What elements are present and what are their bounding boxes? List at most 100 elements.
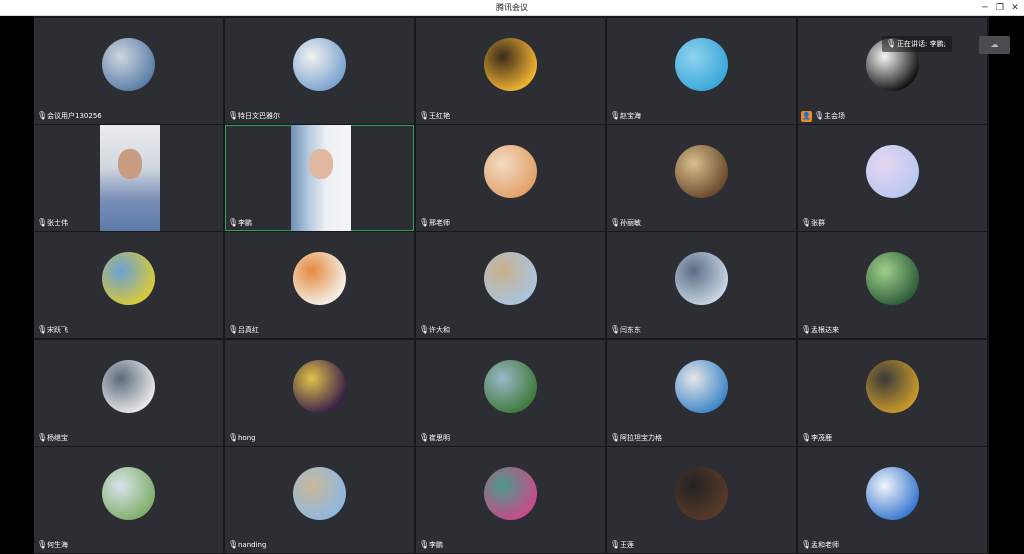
- participant-tile[interactable]: 🎙 孟和老师: [798, 447, 987, 553]
- cloud-icon[interactable]: ☁: [979, 36, 1010, 54]
- microphone-icon: 🎙: [228, 218, 239, 227]
- participant-tile[interactable]: 🎙 阿拉坦宝力格: [607, 340, 796, 446]
- participant-name-bar: 🎙 会议用户130256: [37, 110, 102, 122]
- participant-name-bar: 🎙 张群: [801, 217, 825, 229]
- participant-tile[interactable]: 🎙 张群: [798, 125, 987, 231]
- microphone-icon: 🎙: [610, 325, 621, 334]
- participant-tile[interactable]: 🎙 杨继宝: [34, 340, 223, 446]
- participant-avatar: [484, 252, 537, 305]
- microphone-icon: 🎙: [37, 433, 48, 442]
- participant-name-bar: 🎙 宋跃飞: [37, 324, 68, 336]
- microphone-icon: 🎙: [419, 433, 430, 442]
- participant-video: [291, 125, 351, 231]
- participant-avatar: [293, 467, 346, 520]
- participant-name-bar: 🎙 王莲: [610, 539, 634, 551]
- participant-tile[interactable]: 🎙 特日文巴雅尔: [225, 18, 414, 124]
- microphone-icon: 🎙: [419, 540, 430, 549]
- participant-avatar: [102, 360, 155, 413]
- participant-tile[interactable]: 🎙 张士伟: [34, 125, 223, 231]
- participant-avatar: [866, 360, 919, 413]
- microphone-icon: 🎙: [228, 540, 239, 549]
- participant-name: 王红艳: [429, 112, 450, 120]
- close-icon[interactable]: ✕: [1008, 1, 1022, 15]
- participant-avatar: [484, 38, 537, 91]
- participant-name-bar: 🎙 邢老师: [419, 217, 450, 229]
- participant-tile[interactable]: 🎙 崔思明: [416, 340, 605, 446]
- participant-name: 李鹏: [238, 219, 252, 227]
- participant-name: 王莲: [620, 541, 634, 549]
- participant-name-bar: 🎙 李鹏: [419, 539, 443, 551]
- video-face: [118, 149, 142, 179]
- participant-name-bar: 🎙 特日文巴雅尔: [228, 110, 280, 122]
- participant-name-bar: 🎙 杨继宝: [37, 432, 68, 444]
- microphone-icon: 🎙: [610, 433, 621, 442]
- participant-avatar: [293, 252, 346, 305]
- participant-tile[interactable]: 🎙 李鹏: [416, 447, 605, 553]
- participant-tile[interactable]: 🎙 孟根达来: [798, 232, 987, 338]
- participant-name: 孙丽敏: [620, 219, 641, 227]
- participant-tile[interactable]: 🎙 何生海: [34, 447, 223, 553]
- participant-tile[interactable]: 🎙 李鹏: [225, 125, 414, 231]
- participant-tile[interactable]: 🎙 宋跃飞: [34, 232, 223, 338]
- microphone-icon: 🎙: [814, 111, 825, 120]
- participant-tile[interactable]: 🎙 王莲: [607, 447, 796, 553]
- participant-name: 何生海: [47, 541, 68, 549]
- participant-name-bar: 🎙 许大和: [419, 324, 450, 336]
- minimize-icon[interactable]: ─: [978, 1, 992, 15]
- participant-tile[interactable]: 👤 🎙 主会场: [798, 18, 987, 124]
- participant-tile[interactable]: 🎙 赵宝海: [607, 18, 796, 124]
- speaking-indicator: 🎙 正在讲话: 李鹏;: [882, 36, 952, 52]
- participant-name: 邢老师: [429, 219, 450, 227]
- microphone-icon: 🎙: [228, 111, 239, 120]
- participant-avatar: [866, 467, 919, 520]
- participant-tile[interactable]: 🎙 hong: [225, 340, 414, 446]
- participant-tile[interactable]: 🎙 闫东东: [607, 232, 796, 338]
- participant-name-bar: 🎙 阿拉坦宝力格: [610, 432, 662, 444]
- participant-name: 崔思明: [429, 434, 450, 442]
- participant-tile[interactable]: 🎙 会议用户130256: [34, 18, 223, 124]
- microphone-icon: 🎙: [801, 433, 812, 442]
- microphone-icon: 🎙: [801, 540, 812, 549]
- participant-name: 主会场: [824, 112, 845, 120]
- participant-name-bar: 🎙 hong: [228, 432, 256, 444]
- host-icon: 👤: [801, 110, 812, 122]
- participant-tile[interactable]: 🎙 李茂鹿: [798, 340, 987, 446]
- microphone-icon: 🎙: [37, 218, 48, 227]
- participant-avatar: [293, 38, 346, 91]
- participant-name-bar: 👤 🎙 主会场: [801, 110, 845, 122]
- title-bar: 腾讯会议 ─ ❐ ✕: [0, 0, 1024, 16]
- microphone-icon: 🎙: [610, 540, 621, 549]
- participant-tile[interactable]: 🎙 王红艳: [416, 18, 605, 124]
- participant-name: 张士伟: [47, 219, 68, 227]
- participant-tile[interactable]: 🎙 孙丽敏: [607, 125, 796, 231]
- participant-name-bar: 🎙 孙丽敏: [610, 217, 641, 229]
- restore-icon[interactable]: ❐: [993, 1, 1007, 15]
- microphone-icon: 🎙: [419, 325, 430, 334]
- participant-tile[interactable]: 🎙 许大和: [416, 232, 605, 338]
- participant-name: nanding: [238, 541, 267, 549]
- participant-name-bar: 🎙 张士伟: [37, 217, 68, 229]
- participant-avatar: [675, 467, 728, 520]
- participant-tile[interactable]: 🎙 吕真红: [225, 232, 414, 338]
- participant-name: 闫东东: [620, 326, 641, 334]
- participant-tile[interactable]: 🎙 邢老师: [416, 125, 605, 231]
- participant-name-bar: 🎙 赵宝海: [610, 110, 641, 122]
- participant-name: 李茂鹿: [811, 434, 832, 442]
- participant-avatar: [102, 252, 155, 305]
- participant-name: 赵宝海: [620, 112, 641, 120]
- participant-tile[interactable]: 🎙 nanding: [225, 447, 414, 553]
- participant-name: 孟和老师: [811, 541, 839, 549]
- microphone-icon: 🎙: [419, 111, 430, 120]
- participant-avatar: [102, 467, 155, 520]
- participant-name-bar: 🎙 王红艳: [419, 110, 450, 122]
- participant-avatar: [675, 252, 728, 305]
- participant-name: hong: [238, 434, 256, 442]
- participant-name-bar: 🎙 李茂鹿: [801, 432, 832, 444]
- participant-avatar: [866, 252, 919, 305]
- participant-video: [100, 125, 160, 231]
- participant-name: 杨继宝: [47, 434, 68, 442]
- microphone-icon: 🎙: [228, 433, 239, 442]
- participant-name-bar: 🎙 孟根达来: [801, 324, 839, 336]
- participant-name-bar: 🎙 李鹏: [228, 217, 252, 229]
- participant-name: 宋跃飞: [47, 326, 68, 334]
